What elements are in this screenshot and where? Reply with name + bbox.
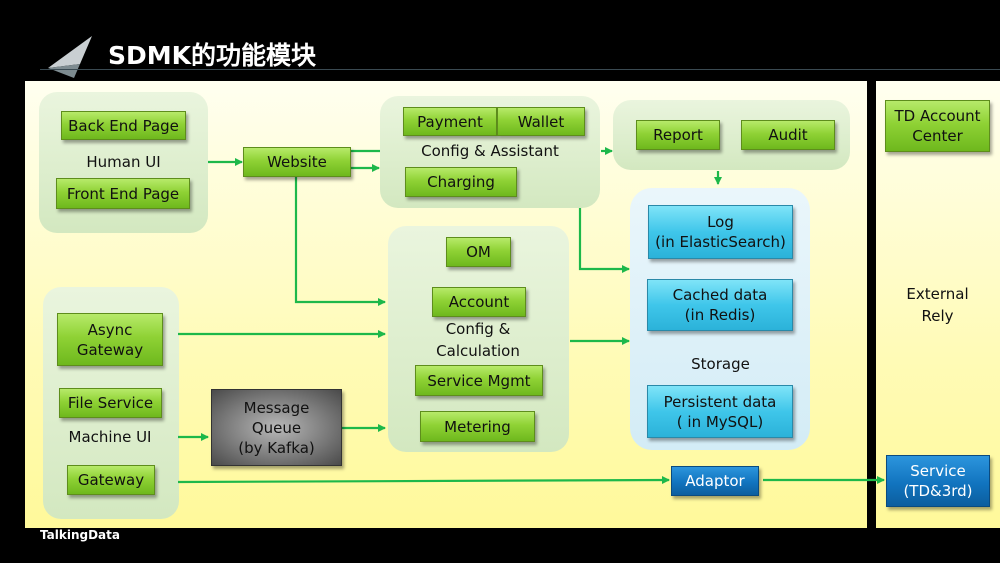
- arrow-website-configcalc: [294, 177, 386, 306]
- back-end-page-box[interactable]: Back End Page: [61, 111, 186, 140]
- gateway-label: Gateway: [77, 471, 145, 489]
- service-mgmt-box[interactable]: Service Mgmt: [415, 365, 543, 396]
- td-account-center-box[interactable]: TD Account Center: [885, 100, 990, 152]
- charging-label: Charging: [427, 173, 495, 191]
- machine-ui-label: Machine UI: [68, 428, 152, 446]
- audit-label: Audit: [768, 126, 808, 144]
- log-box[interactable]: Log (in ElasticSearch): [648, 205, 793, 259]
- front-end-page-box[interactable]: Front End Page: [56, 178, 190, 209]
- adaptor-box[interactable]: Adaptor: [671, 466, 759, 496]
- file-service-box[interactable]: File Service: [59, 388, 162, 418]
- gateway-box[interactable]: Gateway: [67, 465, 155, 495]
- mq-line3: (by Kafka): [238, 438, 315, 457]
- metering-box[interactable]: Metering: [420, 411, 535, 442]
- metering-label: Metering: [444, 417, 511, 436]
- audit-box[interactable]: Audit: [741, 120, 835, 150]
- cached-line1: Cached data: [672, 286, 768, 304]
- config-assistant-label: Config & Assistant: [421, 142, 559, 160]
- payment-label: Payment: [417, 112, 483, 131]
- front-end-page-label: Front End Page: [66, 184, 180, 203]
- async-gateway-box[interactable]: Async Gateway: [57, 313, 163, 366]
- wallet-label: Wallet: [517, 112, 565, 131]
- om-box[interactable]: OM: [446, 237, 511, 267]
- td-account-line1: TD Account: [894, 107, 981, 125]
- file-service-label: File Service: [67, 394, 154, 412]
- async-gateway-line2: Gateway: [76, 340, 144, 359]
- adaptor-label: Adaptor: [685, 472, 745, 490]
- payment-box[interactable]: Payment: [403, 107, 497, 136]
- wallet-box[interactable]: Wallet: [497, 107, 585, 136]
- log-line1: Log: [707, 213, 734, 231]
- website-label: Website: [267, 153, 327, 171]
- cached-data-box[interactable]: Cached data (in Redis): [647, 279, 793, 331]
- arrow-gateway-adaptor: [177, 476, 670, 485]
- human-ui-label: Human UI: [86, 153, 161, 171]
- account-box[interactable]: Account: [432, 287, 526, 317]
- mq-line2: Queue: [251, 418, 302, 437]
- persistent-line1: Persistent data: [663, 392, 777, 411]
- persistent-line2: ( in MySQL): [676, 412, 764, 431]
- charging-box[interactable]: Charging: [405, 167, 517, 197]
- external-rely-line1: External: [906, 285, 969, 303]
- async-gateway-line1: Async: [87, 320, 133, 339]
- service-mgmt-label: Service Mgmt: [427, 371, 531, 390]
- log-line2: (in ElasticSearch): [655, 233, 786, 251]
- config-calc-label-line1: Config &: [445, 320, 511, 338]
- td-account-line2: Center: [912, 127, 963, 145]
- website-box[interactable]: Website: [243, 147, 351, 177]
- external-rely-line2: Rely: [921, 307, 954, 325]
- cached-line2: (in Redis): [684, 306, 756, 324]
- persistent-data-box[interactable]: Persistent data ( in MySQL): [647, 385, 793, 438]
- om-label: OM: [466, 243, 491, 261]
- service-line1: Service: [910, 462, 966, 480]
- service-td-3rd-box[interactable]: Service (TD&3rd): [886, 455, 990, 507]
- brand-footer: TalkingData: [40, 528, 120, 542]
- arrow-config-storage: [578, 208, 630, 273]
- account-label: Account: [448, 293, 510, 311]
- message-queue-box[interactable]: Message Queue (by Kafka): [211, 389, 342, 466]
- service-line2: (TD&3rd): [903, 482, 973, 500]
- config-calc-label-line2: Calculation: [436, 342, 520, 360]
- report-label: Report: [653, 126, 703, 144]
- mq-line1: Message: [243, 398, 310, 417]
- report-box[interactable]: Report: [636, 120, 720, 150]
- storage-label: Storage: [691, 355, 750, 373]
- back-end-page-label: Back End Page: [68, 116, 179, 135]
